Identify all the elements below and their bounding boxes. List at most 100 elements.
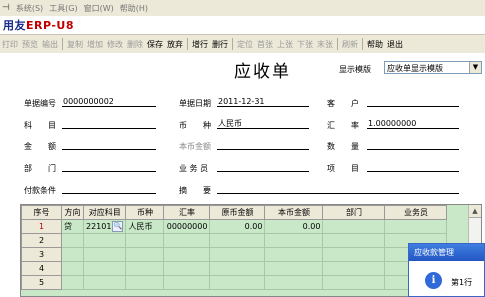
menu-tools[interactable]: 工具(G) — [49, 3, 77, 14]
scroll-up-icon[interactable]: ▲ — [469, 205, 481, 218]
cell-direction[interactable] — [61, 247, 84, 262]
cell-local-amount[interactable] — [264, 261, 324, 276]
table-row[interactable]: 1 贷 22101 🔍 人民币 00000000 0.00 0.00 — [21, 219, 448, 234]
exit-button[interactable]: 退出 — [385, 39, 405, 50]
cell-orig-amount[interactable]: 0.00 — [209, 219, 266, 234]
cell-dept[interactable] — [322, 275, 386, 290]
col-header-rate[interactable]: 汇率 — [163, 205, 211, 220]
cell-direction[interactable]: 贷 — [61, 219, 84, 234]
amount-field[interactable] — [62, 140, 156, 150]
row-number[interactable]: 3 — [21, 247, 62, 262]
refresh-button[interactable]: 刷新 — [340, 39, 360, 50]
cell-dept[interactable] — [322, 219, 386, 234]
next-button[interactable]: 下张 — [295, 39, 315, 50]
cell-dept[interactable] — [322, 233, 386, 248]
cell-orig-amount[interactable] — [209, 275, 266, 290]
doc-date-field[interactable]: 2011-12-31 — [217, 97, 309, 107]
cell-local-amount[interactable] — [264, 247, 324, 262]
cell-subject[interactable] — [82, 233, 127, 248]
cell-orig-amount[interactable] — [209, 233, 266, 248]
cell-local-amount[interactable]: 0.00 — [264, 219, 324, 234]
payment-field[interactable] — [62, 184, 156, 194]
cell-dept[interactable] — [322, 261, 386, 276]
col-header-direction[interactable]: 方向 — [61, 205, 84, 220]
col-header-dept[interactable]: 部门 — [322, 205, 386, 220]
discard-button[interactable]: 放弃 — [165, 39, 185, 50]
row-number[interactable]: 2 — [21, 233, 62, 248]
cell-currency[interactable] — [125, 275, 165, 290]
col-header-currency[interactable]: 币种 — [125, 205, 165, 220]
edit-button[interactable]: 修改 — [105, 39, 125, 50]
row-number[interactable]: 1 — [21, 219, 62, 234]
col-header-orig-amount[interactable]: 原币金额 — [209, 205, 266, 220]
cell-local-amount[interactable] — [264, 275, 324, 290]
local-amount-field[interactable] — [217, 140, 309, 150]
add-row-button[interactable]: 增行 — [190, 39, 210, 50]
row-number[interactable]: 5 — [21, 275, 62, 290]
cell-rate[interactable] — [163, 261, 211, 276]
customer-field[interactable] — [367, 97, 459, 107]
rate-label: 汇 率 — [327, 121, 359, 130]
cell-rate[interactable] — [163, 275, 211, 290]
save-button[interactable]: 保存 — [145, 39, 165, 50]
row-number[interactable]: 4 — [21, 261, 62, 276]
col-header-local-amount[interactable]: 本币金额 — [264, 205, 324, 220]
summary-label: 摘 要 — [179, 186, 211, 195]
dialog-title[interactable]: 应收款管理 — [409, 244, 484, 261]
first-button[interactable]: 首张 — [255, 39, 275, 50]
cell-currency[interactable] — [125, 261, 165, 276]
search-icon[interactable]: 🔍 — [112, 221, 124, 232]
menu-help[interactable]: 帮助(H) — [120, 3, 148, 14]
rate-field[interactable]: 1.00000000 — [367, 119, 459, 129]
chevron-down-icon[interactable]: ▼ — [469, 62, 481, 73]
cell-orig-amount[interactable] — [209, 261, 266, 276]
cell-currency[interactable]: 人民币 — [125, 219, 165, 234]
cell-subject[interactable] — [82, 275, 127, 290]
col-header-subject[interactable]: 对应科目 — [82, 205, 127, 220]
table-row[interactable]: 2 — [21, 233, 448, 248]
menu-window[interactable]: 窗口(W) — [84, 3, 114, 14]
cell-direction[interactable] — [61, 261, 84, 276]
cell-subject[interactable] — [82, 247, 127, 262]
col-header-seq[interactable]: 序号 — [21, 205, 62, 220]
table-row[interactable]: 4 — [21, 261, 448, 276]
cell-direction[interactable] — [61, 275, 84, 290]
last-button[interactable]: 末张 — [315, 39, 335, 50]
cell-rate[interactable]: 00000000 — [163, 219, 211, 234]
table-row[interactable]: 5 — [21, 275, 448, 290]
cell-subject[interactable] — [82, 261, 127, 276]
qty-field[interactable] — [367, 140, 459, 150]
preview-button[interactable]: 预览 — [20, 39, 40, 50]
cell-staff[interactable] — [384, 219, 448, 234]
summary-field[interactable] — [217, 184, 459, 194]
doc-no-field[interactable]: 0000000002 — [62, 97, 156, 107]
locate-button[interactable]: 定位 — [235, 39, 255, 50]
prev-button[interactable]: 上张 — [275, 39, 295, 50]
cell-rate[interactable] — [163, 247, 211, 262]
template-select[interactable]: 应收单显示模版 ▼ — [384, 61, 482, 74]
cell-rate[interactable] — [163, 233, 211, 248]
cell-direction[interactable] — [61, 233, 84, 248]
cell-dept[interactable] — [322, 247, 386, 262]
cell-subject[interactable]: 22101 🔍 — [82, 219, 127, 234]
add-button[interactable]: 增加 — [85, 39, 105, 50]
project-field[interactable] — [367, 162, 459, 172]
cell-local-amount[interactable] — [264, 233, 324, 248]
staff-field[interactable] — [217, 162, 309, 172]
subject-field[interactable] — [62, 119, 156, 129]
cell-currency[interactable] — [125, 233, 165, 248]
menu-system[interactable]: 系统(S) — [16, 3, 43, 14]
currency-field[interactable]: 人民币 — [217, 119, 309, 129]
print-button[interactable]: 打印 — [0, 39, 20, 50]
subject-label: 科 目 — [24, 121, 56, 130]
cell-currency[interactable] — [125, 247, 165, 262]
cell-orig-amount[interactable] — [209, 247, 266, 262]
delete-button[interactable]: 删除 — [125, 39, 145, 50]
help-button[interactable]: 帮助 — [365, 39, 385, 50]
table-row[interactable]: 3 — [21, 247, 448, 262]
export-button[interactable]: 输出 — [40, 39, 60, 50]
copy-button[interactable]: 复制 — [65, 39, 85, 50]
dept-field[interactable] — [62, 162, 156, 172]
col-header-staff[interactable]: 业务员 — [384, 205, 448, 220]
delete-row-button[interactable]: 删行 — [210, 39, 230, 50]
